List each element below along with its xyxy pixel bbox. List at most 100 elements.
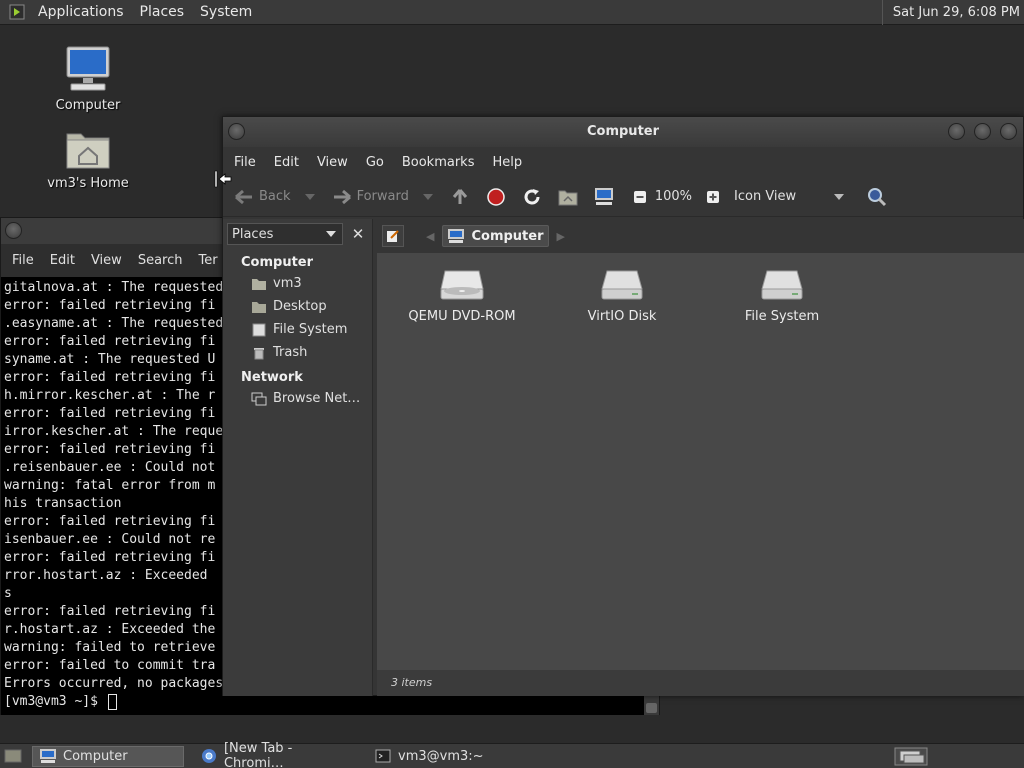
menu-go[interactable]: Go [357, 155, 393, 170]
up-button[interactable] [449, 181, 475, 213]
computer-icon [593, 186, 615, 208]
location-bar: ◀ Computer ▶ [374, 219, 1024, 253]
sidebar-close-button[interactable]: ✕ [347, 223, 369, 245]
terminal-menu-edit[interactable]: Edit [42, 253, 83, 268]
taskbar-item-terminal[interactable]: vm3@vm3:~ [368, 746, 508, 767]
search-icon [866, 186, 888, 208]
sidebar-item-label: Desktop [273, 299, 327, 314]
close-button[interactable] [1000, 123, 1017, 140]
file-manager-toolbar: Back Forward 100% Icon View [223, 177, 1023, 217]
file-manager-titlebar[interactable]: Computer [223, 117, 1023, 147]
menu-view[interactable]: View [308, 155, 357, 170]
zoom-level[interactable]: 100% [655, 189, 692, 204]
back-button[interactable]: Back [233, 181, 315, 213]
sidebar-section-computer: Computer [241, 255, 314, 270]
computer-button[interactable] [593, 181, 619, 213]
home-folder-icon [557, 186, 579, 208]
close-icon: ✕ [351, 225, 365, 243]
sidebar-item-file-system[interactable]: File System [223, 318, 372, 341]
stop-icon [485, 186, 507, 208]
applications-logo-icon[interactable] [6, 1, 28, 23]
file-manager-window[interactable]: Computer File Edit View Go Bookmarks Hel… [222, 116, 1024, 696]
taskbar-item-computer[interactable]: Computer [32, 745, 184, 767]
chevron-down-icon [326, 231, 336, 237]
zoom-in-button[interactable] [702, 181, 728, 213]
sidebar-type-select[interactable]: Places [227, 223, 343, 245]
view-mode-select[interactable]: Icon View [734, 181, 845, 213]
filesystem-icon [251, 323, 267, 337]
menu-edit[interactable]: Edit [265, 155, 308, 170]
desktop-icon-home[interactable]: vm3's Home [43, 126, 133, 191]
workspace-switcher-icon [894, 747, 928, 766]
window-menu-button[interactable] [5, 222, 22, 239]
home-icon [251, 277, 267, 291]
applications-menu[interactable]: Applications [30, 0, 132, 25]
computer-icon [66, 46, 110, 91]
hard-disk-icon [601, 270, 643, 300]
home-button[interactable] [557, 181, 583, 213]
stop-button[interactable] [485, 181, 511, 213]
menu-help[interactable]: Help [483, 155, 531, 170]
back-label: Back [259, 189, 291, 204]
maximize-button[interactable] [974, 123, 991, 140]
chevron-down-icon[interactable] [304, 193, 315, 200]
chevron-down-icon[interactable] [422, 193, 433, 200]
file-item-virtio-disk[interactable]: VirtIO Disk [552, 267, 692, 324]
up-arrow-icon [449, 186, 471, 208]
terminal-prompt: [vm3@vm3 ~]$ [4, 694, 106, 709]
taskbar-item-chromium[interactable]: [New Tab - Chromi… [194, 741, 362, 768]
terminal-menu-terminal[interactable]: Ter [190, 253, 225, 268]
file-item-file-system[interactable]: File System [712, 267, 852, 324]
file-manager-menubar: File Edit View Go Bookmarks Help [223, 147, 1023, 177]
network-icon [251, 392, 267, 406]
sidebar-item-vm3[interactable]: vm3 [223, 272, 372, 295]
crumb-left-arrow[interactable]: ◀ [426, 230, 434, 243]
desktop-icon-label: vm3's Home [47, 176, 129, 191]
show-desktop-button[interactable] [0, 746, 26, 767]
back-arrow-icon [233, 186, 255, 208]
sidebar-item-trash[interactable]: Trash [223, 341, 372, 364]
sidebar-item-desktop[interactable]: Desktop [223, 295, 372, 318]
desktop-icon-computer[interactable]: Computer [43, 44, 133, 113]
sidebar-item-label: File System [273, 322, 348, 337]
crumb-right-arrow[interactable]: ▶ [557, 230, 565, 243]
scrollbar-thumb[interactable] [646, 703, 657, 713]
file-item-qemu-dvd-rom[interactable]: QEMU DVD-ROM [392, 267, 532, 324]
computer-icon [39, 748, 57, 764]
minimize-button[interactable] [948, 123, 965, 140]
taskbar-item-label: [New Tab - Chromi… [223, 741, 293, 768]
sidebar-item-label: vm3 [273, 276, 302, 291]
computer-icon [448, 229, 465, 243]
sidebar-section-network: Network [241, 370, 303, 385]
reload-button[interactable] [521, 181, 547, 213]
trash-icon [251, 346, 267, 360]
toggle-location-entry-button[interactable] [382, 225, 404, 247]
taskbar-item-label: Computer [63, 748, 128, 764]
workspace-switcher[interactable] [894, 747, 928, 768]
taskbar-item-label: vm3@vm3:~ [398, 748, 484, 764]
file-view[interactable]: QEMU DVD-ROM VirtIO Disk File System [377, 253, 1024, 670]
places-menu[interactable]: Places [132, 0, 193, 25]
sidebar-item-browse-network[interactable]: Browse Net… [223, 387, 372, 410]
sidebar-item-label: Browse Net… [273, 391, 361, 406]
zoom-in-icon [702, 186, 724, 208]
resize-cursor-icon [214, 170, 232, 188]
terminal-menu-search[interactable]: Search [130, 253, 191, 268]
file-item-label: QEMU DVD-ROM [408, 309, 516, 324]
hard-disk-icon [761, 270, 803, 300]
menu-file[interactable]: File [225, 155, 265, 170]
menu-bookmarks[interactable]: Bookmarks [393, 155, 484, 170]
search-button[interactable] [866, 181, 892, 213]
system-menu[interactable]: System [192, 0, 260, 25]
zoom-out-button[interactable]: 100% [629, 181, 692, 213]
reload-icon [521, 186, 543, 208]
file-item-label: VirtIO Disk [587, 309, 657, 324]
terminal-menu-view[interactable]: View [83, 253, 130, 268]
chromium-icon [200, 748, 218, 764]
window-menu-button[interactable] [228, 123, 245, 140]
clock[interactable]: Sat Jun 29, 6:08 PM [881, 0, 1020, 25]
forward-button[interactable]: Forward [331, 181, 433, 213]
breadcrumb-computer[interactable]: Computer [442, 225, 549, 247]
view-mode-label: Icon View [734, 189, 797, 204]
terminal-menu-file[interactable]: File [4, 253, 42, 268]
